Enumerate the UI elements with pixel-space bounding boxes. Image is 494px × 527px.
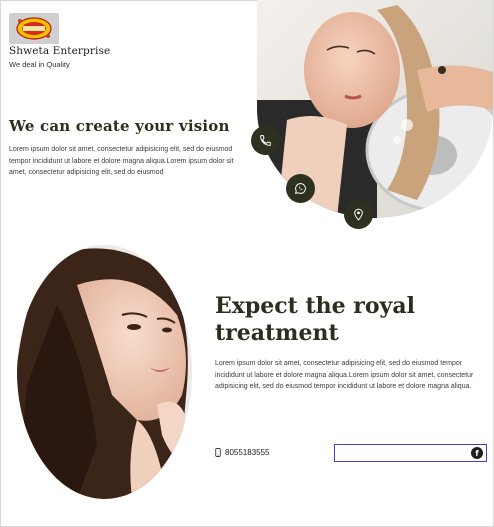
location-button[interactable] — [344, 200, 373, 229]
phone-icon — [260, 135, 271, 146]
whatsapp-button[interactable] — [286, 174, 315, 203]
feature-title: Expect the royal treatment — [215, 293, 415, 346]
brand-logo[interactable] — [9, 13, 59, 44]
brand-tagline: We deal in Quality — [9, 60, 70, 69]
call-button[interactable] — [251, 126, 280, 155]
location-pin-icon — [354, 208, 363, 221]
social-links-box: f — [334, 444, 487, 462]
feature-description: Lorem ipsum dolor sit amet, consectetur … — [215, 360, 474, 390]
hero-description: Lorem ipsum dolor sit amet, consectetur … — [9, 146, 234, 176]
model-portrait-photo — [17, 245, 192, 499]
phone-number: 8055183555 — [225, 448, 270, 457]
whatsapp-icon — [294, 183, 306, 195]
hero-title: We can create your vision — [9, 117, 230, 135]
contact-phone[interactable]: 8055183555 — [215, 448, 270, 457]
mobile-phone-icon — [215, 448, 221, 457]
brand-name: Shweta Enterprise — [9, 45, 111, 57]
facebook-icon[interactable]: f — [471, 447, 483, 459]
